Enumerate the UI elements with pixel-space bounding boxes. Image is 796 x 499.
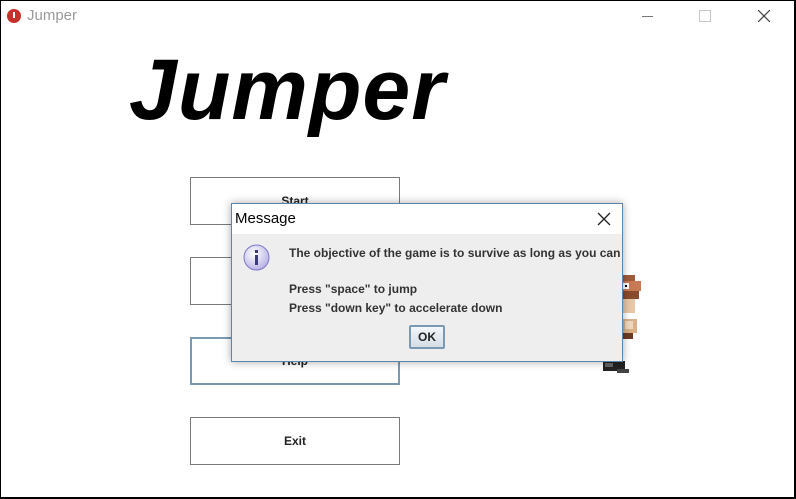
dialog-message-line-3: Press "down key" to accelerate down <box>289 301 503 315</box>
ok-button[interactable]: OK <box>409 325 445 349</box>
game-title: Jumper <box>129 42 446 138</box>
dialog-titlebar[interactable]: Message <box>232 204 622 234</box>
minimize-button[interactable] <box>625 1 671 31</box>
maximize-button[interactable] <box>681 1 727 31</box>
close-icon <box>758 10 770 22</box>
dialog-message-line-2: Press "space" to jump <box>289 282 418 296</box>
dialog-close-button[interactable] <box>596 211 612 227</box>
dialog-title: Message <box>235 210 296 227</box>
window-titlebar[interactable]: Jumper <box>1 1 794 31</box>
app-icon <box>7 9 21 23</box>
message-dialog: Message The objective of the game is to … <box>231 203 623 362</box>
window-title: Jumper <box>27 7 78 24</box>
exit-button[interactable]: Exit <box>190 417 400 465</box>
app-window: Jumper Jumper Start Help Exit Message <box>1 1 794 497</box>
dialog-message-line-1: The objective of the game is to survive … <box>289 246 621 260</box>
close-window-button[interactable] <box>741 1 787 31</box>
info-icon <box>243 244 270 271</box>
close-icon <box>597 212 611 226</box>
